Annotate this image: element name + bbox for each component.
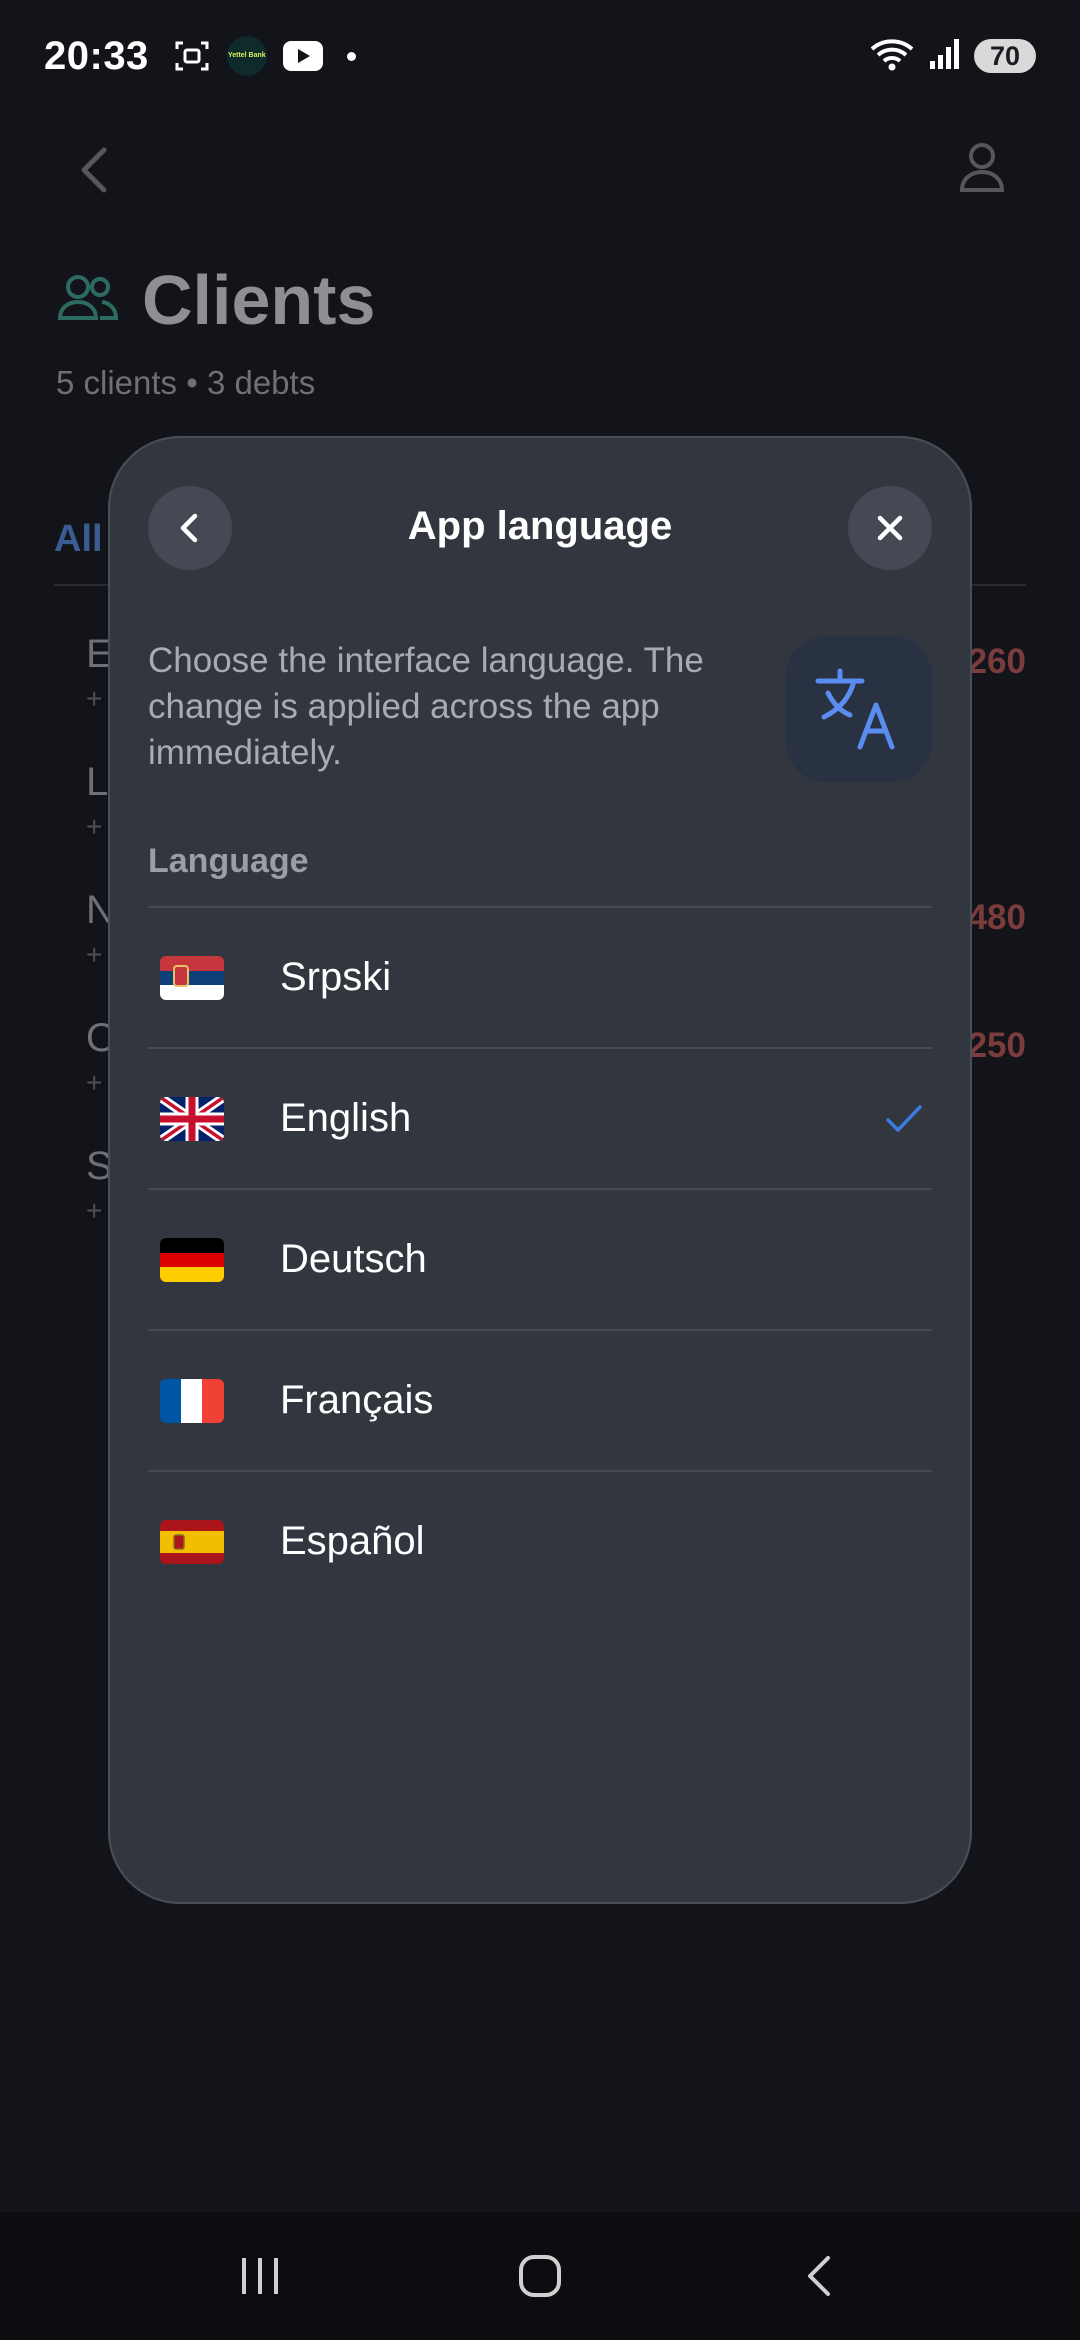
recent-apps-icon xyxy=(242,2258,278,2294)
user-profile-icon[interactable] xyxy=(952,136,1012,196)
language-option-francais[interactable]: Français xyxy=(148,1329,932,1470)
uk-flag-icon xyxy=(160,1096,224,1141)
screenshot-icon xyxy=(173,39,211,73)
modal-close-button[interactable] xyxy=(848,486,932,570)
battery-indicator: 70 xyxy=(974,39,1036,73)
language-option-deutsch[interactable]: Deutsch xyxy=(148,1188,932,1329)
app-language-modal: App language Choose the interface langua… xyxy=(108,436,972,1904)
system-back-button[interactable] xyxy=(780,2236,860,2316)
language-name: Español xyxy=(280,1519,425,1563)
checkmark-icon xyxy=(886,1104,922,1132)
spain-flag-icon xyxy=(160,1519,224,1564)
page-title-row: Clients xyxy=(56,260,375,340)
language-name: Deutsch xyxy=(280,1237,427,1281)
language-option-espanol[interactable]: Español xyxy=(148,1470,932,1611)
client-debt-amount: 480 xyxy=(967,898,1026,937)
language-option-srpski[interactable]: Srpski xyxy=(148,906,932,1047)
language-name: Français xyxy=(280,1378,434,1422)
client-debt-amount: 250 xyxy=(967,1026,1026,1065)
more-notifications-dot-icon xyxy=(346,51,356,61)
status-time: 20:33 xyxy=(44,33,149,78)
bank-app-icon: Yettel Bank xyxy=(226,36,267,76)
status-bar: 20:33 Yettel Bank 70 xyxy=(0,0,1080,112)
germany-flag-icon xyxy=(160,1237,224,1282)
signal-icon xyxy=(928,37,962,76)
status-system-icons: 70 xyxy=(870,37,1036,76)
home-icon xyxy=(519,2255,561,2297)
translate-icon-badge xyxy=(786,636,932,782)
home-button[interactable] xyxy=(500,2236,580,2316)
language-name: English xyxy=(280,1096,412,1140)
france-flag-icon xyxy=(160,1378,224,1423)
close-icon xyxy=(877,515,903,541)
client-debt-amount: 260 xyxy=(967,642,1026,681)
back-icon xyxy=(808,2256,830,2296)
tab-all[interactable]: All xyxy=(54,518,103,561)
back-arrow-icon[interactable] xyxy=(66,140,126,200)
recent-apps-button[interactable] xyxy=(220,2236,300,2316)
youtube-icon xyxy=(282,41,323,71)
language-section-label: Language xyxy=(148,842,309,880)
language-list: Srpski English Deutsch Français Español xyxy=(148,906,932,1611)
language-name: Srpski xyxy=(280,955,392,999)
page-title: Clients xyxy=(142,261,376,339)
modal-title: App language xyxy=(407,504,673,548)
modal-header: App language xyxy=(148,486,932,570)
system-navigation-bar xyxy=(0,2212,1080,2340)
wifi-icon xyxy=(870,37,916,76)
translate-icon xyxy=(815,668,895,750)
status-notification-icons: Yettel Bank xyxy=(173,36,356,76)
modal-description: Choose the interface language. The chang… xyxy=(148,641,704,772)
language-option-english[interactable]: English xyxy=(148,1047,932,1188)
serbia-flag-icon xyxy=(160,955,224,1000)
clients-group-icon xyxy=(56,272,120,329)
page-subtitle: 5 clients • 3 debts xyxy=(56,364,316,401)
